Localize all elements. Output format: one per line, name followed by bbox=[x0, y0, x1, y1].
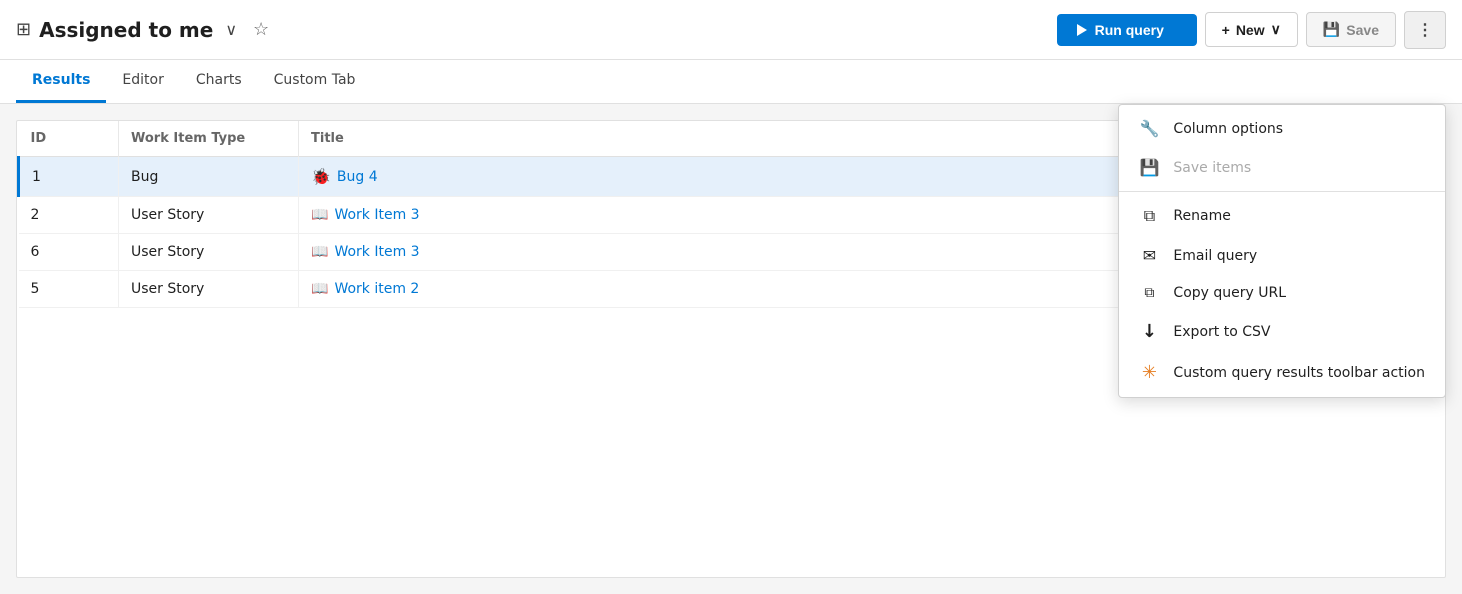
toolbar-right: Run query + New ∨ 💾 Save ⋮ bbox=[1057, 11, 1446, 49]
menu-item-label: Rename bbox=[1173, 208, 1230, 224]
ellipsis-icon: ⋮ bbox=[1417, 22, 1433, 39]
story-icon: 📖 bbox=[311, 207, 328, 223]
main-content: ID Work Item Type Title 1Bug🐞Bug 42User … bbox=[0, 104, 1462, 594]
asterisk-icon: ✳ bbox=[1139, 362, 1159, 383]
menu-item-export-csv[interactable]: ↓ Export to CSV bbox=[1119, 311, 1445, 352]
cell-type: User Story bbox=[119, 271, 299, 308]
menu-divider bbox=[1119, 191, 1445, 192]
toolbar: ⊞ Assigned to me ∨ ☆ Run query + New ∨ 💾… bbox=[0, 0, 1462, 60]
cell-type: User Story bbox=[119, 234, 299, 271]
menu-item-label: Export to CSV bbox=[1173, 324, 1270, 340]
email-icon: ✉ bbox=[1139, 246, 1159, 265]
cell-id: 2 bbox=[19, 197, 119, 234]
menu-item-label: Email query bbox=[1173, 248, 1257, 264]
menu-item-copy-query-url[interactable]: ⧉ Copy query URL bbox=[1119, 275, 1445, 311]
menu-item-label: Copy query URL bbox=[1173, 285, 1286, 301]
save-icon: 💾 bbox=[1139, 158, 1159, 177]
menu-item-column-options[interactable]: 🔧 Column options bbox=[1119, 109, 1445, 148]
copy-icon: ⧉ bbox=[1139, 285, 1159, 301]
menu-item-email-query[interactable]: ✉ Email query bbox=[1119, 236, 1445, 275]
tab-results[interactable]: Results bbox=[16, 60, 106, 103]
menu-item-rename[interactable]: ⧉ Rename bbox=[1119, 196, 1445, 236]
run-query-button[interactable]: Run query bbox=[1057, 14, 1197, 46]
star-icon: ☆ bbox=[253, 19, 269, 39]
tab-charts[interactable]: Charts bbox=[180, 60, 258, 103]
dropdown-menu: 🔧 Column options 💾 Save items ⧉ Rename ✉ Email … bbox=[1118, 104, 1446, 398]
story-icon: 📖 bbox=[311, 244, 328, 260]
bug-icon: 🐞 bbox=[311, 167, 331, 186]
favorite-button[interactable]: ☆ bbox=[249, 15, 273, 44]
title-text: Bug 4 bbox=[337, 169, 378, 185]
chevron-down-icon: ∨ bbox=[225, 22, 237, 39]
download-icon: ↓ bbox=[1139, 321, 1159, 342]
save-button[interactable]: 💾 Save bbox=[1306, 12, 1396, 47]
more-options-button[interactable]: ⋮ bbox=[1404, 11, 1446, 49]
run-query-label: Run query bbox=[1095, 22, 1164, 38]
menu-item-label: Custom query results toolbar action bbox=[1173, 365, 1425, 381]
title-chevron-button[interactable]: ∨ bbox=[221, 16, 241, 44]
menu-item-label: Column options bbox=[1173, 121, 1283, 137]
menu-item-custom-action[interactable]: ✳ Custom query results toolbar action bbox=[1119, 352, 1445, 393]
cell-id: 5 bbox=[19, 271, 119, 308]
col-header-id: ID bbox=[19, 121, 119, 157]
new-label: New bbox=[1236, 22, 1265, 38]
col-header-type: Work Item Type bbox=[119, 121, 299, 157]
plus-icon: + bbox=[1222, 22, 1230, 38]
title-text: Work item 2 bbox=[334, 281, 419, 297]
grid-icon: ⊞ bbox=[16, 19, 31, 40]
tab-custom[interactable]: Custom Tab bbox=[258, 60, 372, 103]
save-icon: 💾 bbox=[1323, 21, 1340, 38]
play-icon bbox=[1077, 24, 1087, 36]
cell-type: Bug bbox=[119, 157, 299, 197]
tab-editor[interactable]: Editor bbox=[106, 60, 179, 103]
tabs-bar: Results Editor Charts Custom Tab bbox=[0, 60, 1462, 104]
rename-icon: ⧉ bbox=[1139, 206, 1159, 226]
story-icon: 📖 bbox=[311, 281, 328, 297]
page-title: Assigned to me bbox=[39, 18, 213, 42]
cell-type: User Story bbox=[119, 197, 299, 234]
title-text: Work Item 3 bbox=[334, 244, 419, 260]
menu-item-label: Save items bbox=[1173, 160, 1251, 176]
cell-id: 6 bbox=[19, 234, 119, 271]
title-text: Work Item 3 bbox=[334, 207, 419, 223]
new-button[interactable]: + New ∨ bbox=[1205, 12, 1298, 47]
toolbar-left: ⊞ Assigned to me ∨ ☆ bbox=[16, 15, 1049, 44]
wrench-icon: 🔧 bbox=[1139, 119, 1159, 138]
new-chevron-icon: ∨ bbox=[1271, 21, 1281, 38]
save-label: Save bbox=[1346, 22, 1379, 38]
cell-id: 1 bbox=[19, 157, 119, 197]
menu-item-save-items: 💾 Save items bbox=[1119, 148, 1445, 187]
